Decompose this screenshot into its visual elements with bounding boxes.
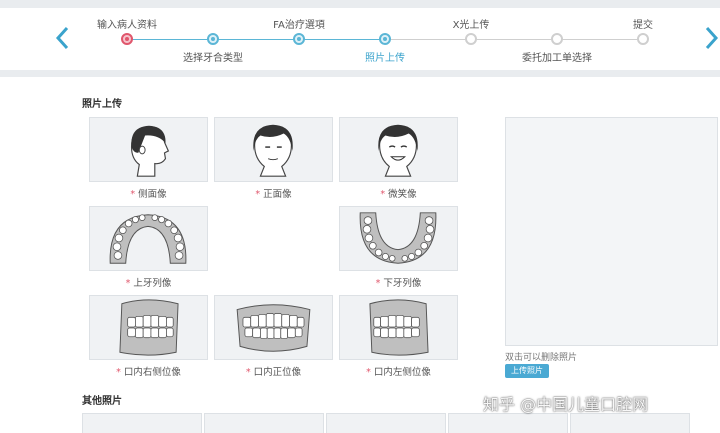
upper-arch-icon [109, 214, 187, 264]
step-dot-photo-upload[interactable] [379, 33, 391, 45]
required-mark: * [255, 189, 261, 200]
slot-label-intraoral-front: * 口内正位像 [245, 367, 302, 378]
chevron-right-icon [705, 26, 719, 50]
other-photo-slot[interactable] [570, 413, 690, 433]
step-dot-patient-info[interactable] [121, 33, 133, 45]
step-dot-submit[interactable] [637, 33, 649, 45]
face-profile-icon [130, 125, 170, 177]
required-mark: * [130, 189, 136, 200]
slot-label-profile: * 侧面像 [130, 189, 167, 200]
step-remaining-line [386, 39, 644, 40]
face-front-icon [253, 124, 293, 177]
other-photo-slot[interactable] [82, 413, 202, 433]
required-mark: * [116, 367, 121, 378]
slot-front[interactable] [214, 117, 333, 182]
required-mark: * [380, 189, 386, 200]
step-dot-fa-options[interactable] [293, 33, 305, 45]
slot-label-upper-arch: * 上牙列像 [125, 278, 172, 289]
step-label-submit[interactable]: 提交 [633, 16, 653, 31]
required-mark: * [125, 278, 131, 289]
step-label-photo-upload[interactable]: 照片上传 [365, 49, 405, 64]
slot-upper-arch[interactable] [89, 206, 208, 271]
step-label-bite-type[interactable]: 选择牙合类型 [183, 49, 243, 64]
slot-label-front: * 正面像 [255, 189, 292, 200]
top-bar [0, 0, 720, 8]
required-mark: * [375, 278, 381, 289]
other-section-title: 其他照片 [82, 396, 122, 407]
other-photo-slot[interactable] [204, 413, 324, 433]
step-label-fa-options[interactable]: FA治疗選項 [273, 16, 325, 31]
photo-preview-area[interactable] [505, 117, 718, 346]
face-smile-icon [378, 124, 418, 177]
step-label-order-select[interactable]: 委托加工单选择 [522, 49, 592, 64]
step-progress-line [128, 39, 386, 40]
delete-hint: 双击可以删除照片 [505, 353, 578, 363]
slot-label-smile: * 微笑像 [380, 189, 417, 200]
other-photo-slot[interactable] [448, 413, 568, 433]
watermark: 知乎 @中国儿童口腔网 [483, 395, 649, 414]
upload-photo-button[interactable]: 上传照片 [505, 364, 549, 378]
prev-step-button[interactable] [52, 24, 74, 52]
slot-label-lower-arch: * 下牙列像 [375, 278, 422, 289]
required-mark: * [245, 367, 251, 378]
slot-smile[interactable] [339, 117, 458, 182]
teeth-right-icon [119, 299, 179, 356]
slot-lower-arch[interactable] [339, 206, 458, 271]
slot-label-intraoral-right: * 口内右侧位像 [116, 367, 181, 378]
divider [0, 70, 720, 77]
teeth-left-icon [369, 299, 429, 356]
slot-intraoral-right[interactable] [89, 295, 208, 360]
lower-arch-icon [359, 212, 437, 264]
chevron-left-icon [55, 26, 69, 50]
slot-intraoral-left[interactable] [339, 295, 458, 360]
step-dot-order-select[interactable] [551, 33, 563, 45]
step-dot-xray-upload[interactable] [465, 33, 477, 45]
step-label-xray-upload[interactable]: X光上传 [453, 16, 490, 31]
slot-intraoral-front[interactable] [214, 295, 333, 360]
required-mark: * [366, 367, 371, 378]
slot-profile[interactable] [89, 117, 208, 182]
photo-section-title: 照片上传 [82, 99, 122, 110]
step-label-patient-info[interactable]: 输入病人资料 [97, 16, 157, 31]
next-step-button[interactable] [700, 24, 720, 52]
teeth-front-icon [236, 304, 311, 352]
slot-label-intraoral-left: * 口内左侧位像 [366, 367, 431, 378]
step-dot-bite-type[interactable] [207, 33, 219, 45]
other-photo-slot[interactable] [326, 413, 446, 433]
